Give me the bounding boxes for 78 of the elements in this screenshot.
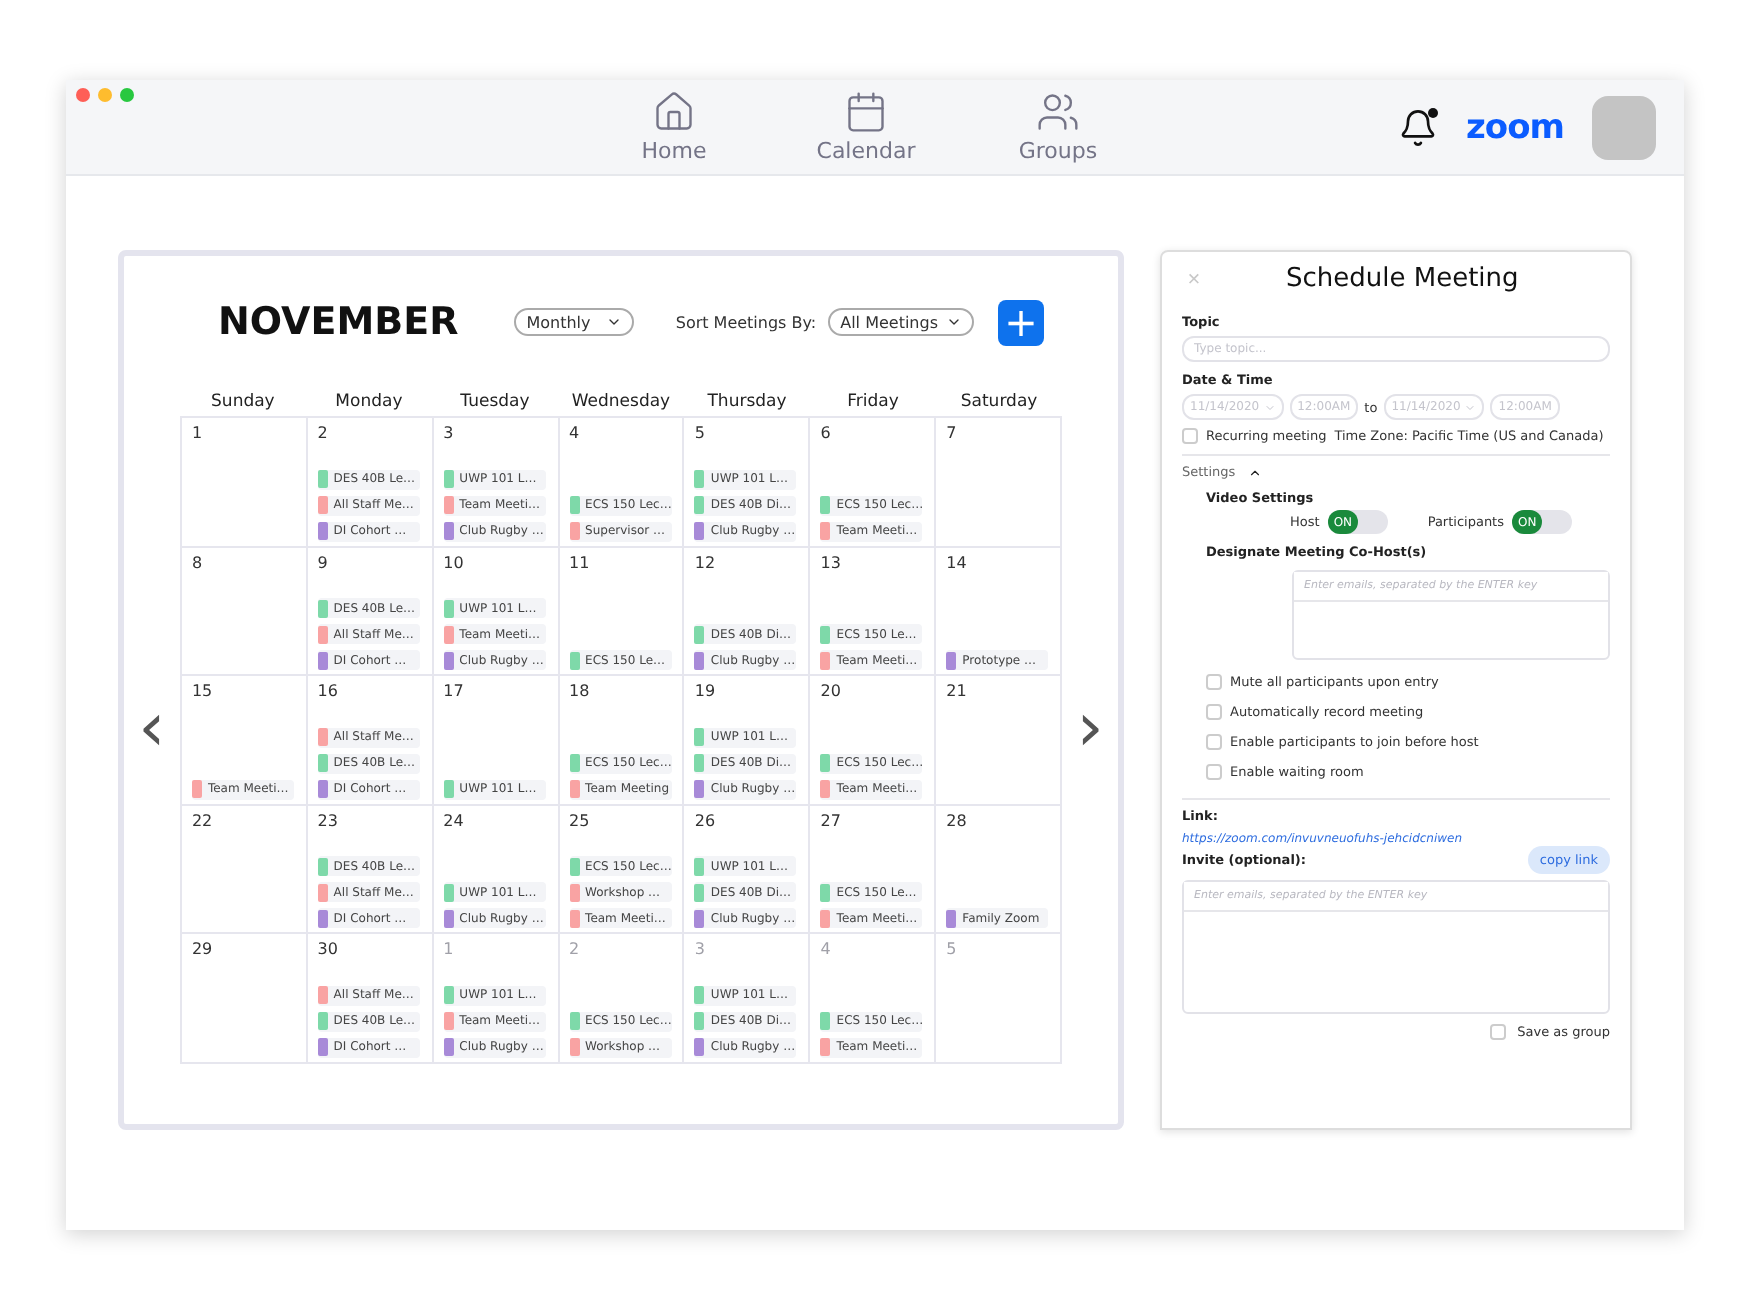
day-cell[interactable]: 7	[936, 418, 1063, 548]
avatar[interactable]	[1592, 95, 1656, 159]
nav-tab[interactable]: Home	[618, 90, 730, 164]
chevron-down-icon	[606, 314, 623, 330]
day-number: 4	[569, 424, 582, 442]
previous-button[interactable]: ‹	[124, 693, 180, 762]
next-button[interactable]: ›	[1062, 693, 1118, 762]
minimize-light[interactable]	[98, 88, 112, 102]
day-number: 24	[443, 811, 466, 830]
checkbox[interactable]	[1489, 1024, 1506, 1040]
chevron-down-icon	[1263, 401, 1276, 413]
view-select[interactable]: Monthly	[514, 308, 635, 336]
chevron-down-icon	[1464, 401, 1477, 413]
day-number: 18	[569, 682, 592, 701]
day-number: 4	[820, 940, 833, 959]
weekday-label: Wednesday	[569, 392, 673, 416]
groups-icon	[1036, 90, 1080, 134]
day-number: 19	[694, 682, 718, 701]
nav-tab[interactable]: Calendar	[810, 90, 922, 164]
day-number: 20	[820, 682, 843, 701]
nav-tab[interactable]: Groups	[1002, 90, 1114, 164]
day-number: 2	[317, 424, 330, 442]
day-number: 5	[694, 424, 708, 442]
day-cell[interactable]: 1	[181, 418, 308, 548]
day-number: 23	[317, 811, 340, 830]
checkbox[interactable]	[1206, 674, 1222, 690]
day-number: 15	[191, 682, 215, 701]
day-cell[interactable]: 22	[181, 805, 308, 935]
day-number: 25	[569, 811, 592, 830]
bell-icon[interactable]	[1398, 107, 1439, 147]
zoom-light[interactable]	[120, 88, 134, 102]
day-number: 11	[569, 553, 592, 572]
day-number: 2	[569, 940, 582, 959]
weekday-label: Friday	[845, 392, 901, 416]
day-cell[interactable]: 21	[936, 676, 1063, 806]
brand-logo: zoom	[1466, 107, 1564, 147]
day-number: 17	[443, 682, 466, 701]
calendar-icon	[844, 90, 888, 134]
weekday-label: Saturday	[958, 392, 1040, 416]
day-number: 26	[694, 811, 718, 830]
month-title: NOVEMBER	[218, 300, 459, 344]
chevron-down-icon	[946, 314, 962, 330]
day-number: 27	[820, 811, 843, 830]
day-number: 5	[946, 940, 959, 959]
day-number: 3	[694, 940, 708, 959]
checkbox[interactable]	[1206, 764, 1222, 780]
checkbox[interactable]	[1206, 704, 1222, 720]
add-button[interactable]: +	[998, 299, 1044, 345]
day-cell[interactable]: 8	[181, 547, 308, 677]
day-number: 9	[317, 553, 330, 572]
day-number: 22	[191, 811, 215, 830]
day-cell[interactable]: 29	[181, 934, 308, 1064]
day-number: 10	[443, 553, 466, 572]
day-number: 12	[694, 553, 718, 572]
day-number: 8	[191, 553, 205, 572]
checkbox[interactable]	[1206, 734, 1222, 750]
home-icon	[652, 90, 696, 134]
day-number: 3	[443, 424, 456, 442]
day-number: 29	[191, 940, 215, 959]
weekday-label: Monday	[333, 392, 405, 416]
day-number: 1	[191, 424, 205, 442]
day-number: 6	[820, 424, 833, 442]
day-number: 14	[946, 553, 969, 572]
panel-title: Schedule Meeting	[1286, 264, 1519, 294]
day-number: 13	[820, 553, 843, 572]
day-number: 16	[317, 682, 340, 701]
sort-select[interactable]: All Meetings	[828, 308, 974, 336]
day-number: 7	[946, 424, 959, 442]
day-number: 1	[443, 940, 456, 959]
weekday-label: Tuesday	[458, 392, 532, 416]
sort-label: Sort Meetings By:	[675, 313, 817, 331]
day-number: 28	[946, 811, 969, 830]
day-number: 21	[946, 682, 969, 701]
weekday-label: Sunday	[209, 392, 277, 416]
day-number: 30	[317, 940, 340, 959]
close-light[interactable]	[76, 88, 90, 102]
checkbox[interactable]	[1182, 428, 1198, 444]
weekday-label: Thursday	[705, 392, 789, 416]
